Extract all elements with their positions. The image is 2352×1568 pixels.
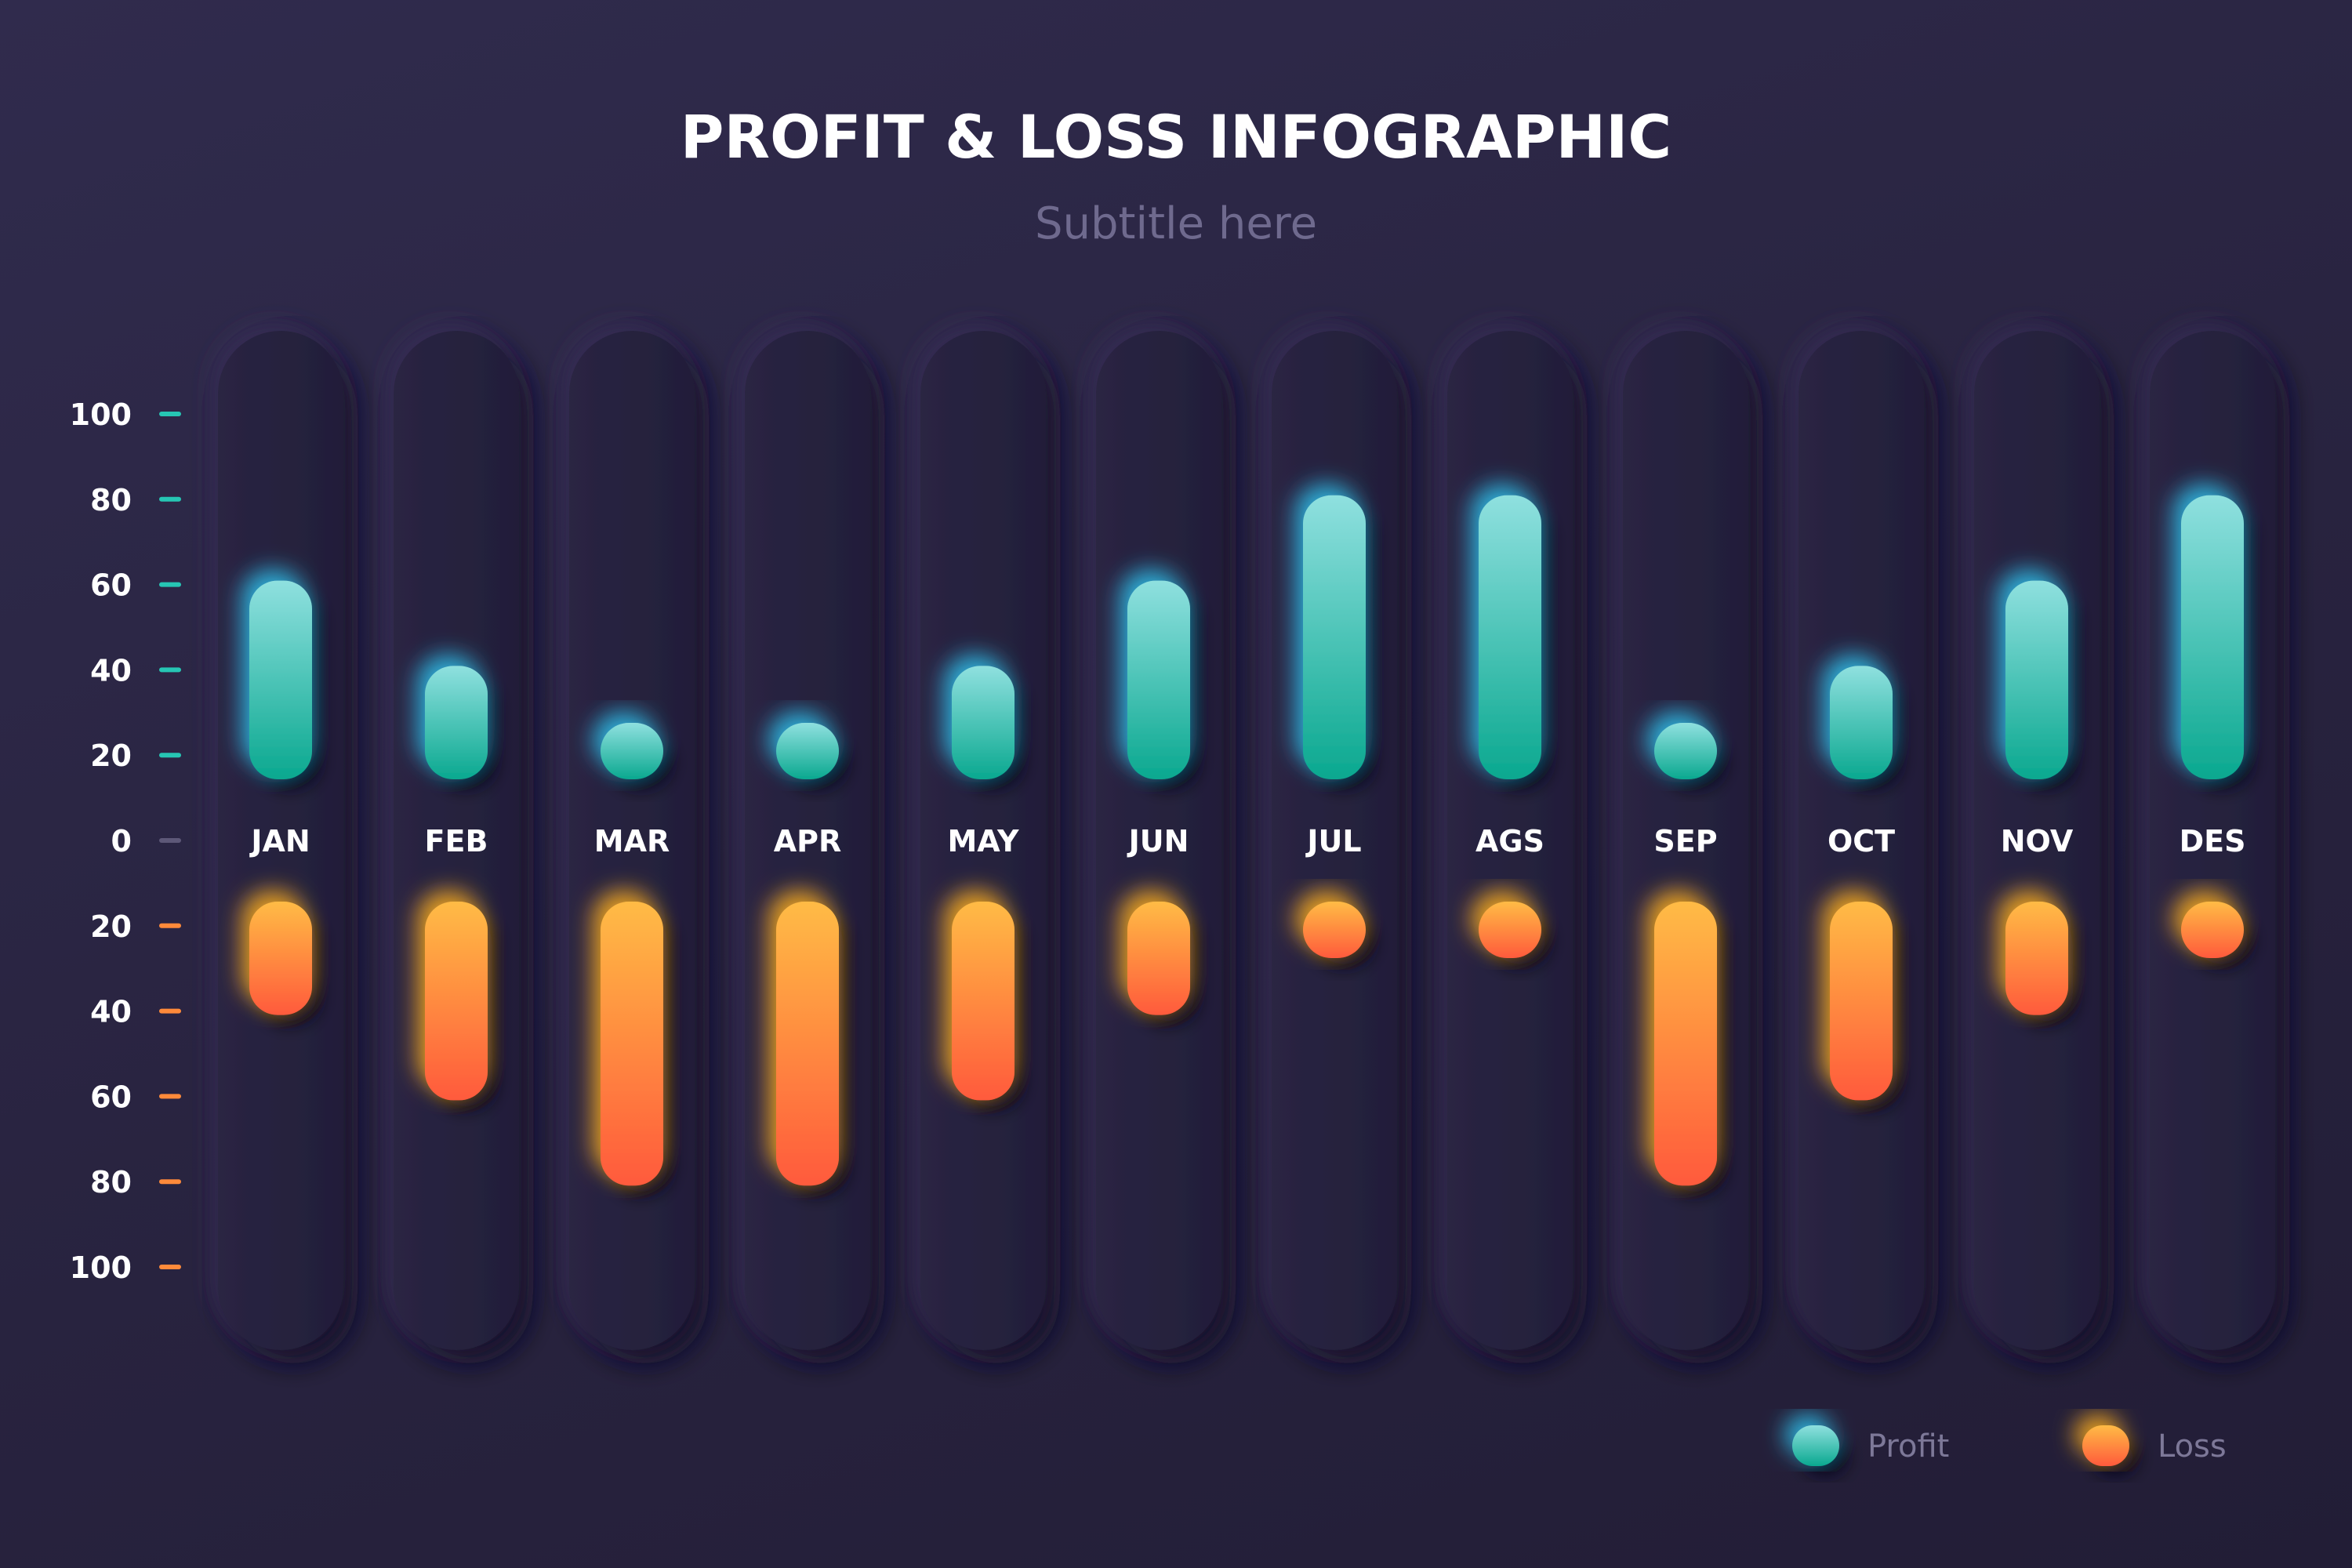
- month-label: FEB: [425, 824, 488, 858]
- profit-bar: [1654, 723, 1717, 779]
- loss-bar: [1127, 902, 1190, 1015]
- month-label: APR: [774, 824, 842, 858]
- loss-bar: [1830, 902, 1893, 1101]
- y-tick-label: 40: [90, 653, 132, 688]
- month-label: JUL: [1305, 824, 1361, 858]
- profit-bar: [776, 723, 839, 779]
- month-label: JUN: [1127, 824, 1189, 858]
- y-tick-label: 100: [70, 397, 132, 432]
- loss-bar: [776, 902, 839, 1186]
- legend-label: Profit: [1867, 1428, 1949, 1465]
- loss-bar: [1654, 902, 1717, 1186]
- month-label: SEP: [1653, 824, 1717, 858]
- profit-bar: [952, 666, 1014, 779]
- y-tick-label: 80: [90, 483, 132, 517]
- loss-bar: [601, 902, 663, 1186]
- profit-bar: [1830, 666, 1893, 779]
- month-label: DES: [2180, 824, 2246, 858]
- y-tick-label: 20: [90, 739, 132, 773]
- loss-bar: [2005, 902, 2068, 1015]
- legend-swatch: [1792, 1425, 1839, 1466]
- y-tick-label: 80: [90, 1165, 132, 1200]
- y-tick-label: 60: [90, 568, 132, 603]
- month-label: MAY: [947, 824, 1019, 858]
- loss-bar: [249, 902, 312, 1015]
- loss-bar: [2181, 902, 2244, 958]
- month-label: JAN: [249, 824, 310, 858]
- y-tick-label: 0: [111, 824, 132, 858]
- legend-swatch: [2082, 1425, 2129, 1466]
- profit-bar: [601, 723, 663, 779]
- y-tick-label: 100: [70, 1250, 132, 1285]
- y-tick-label: 60: [90, 1080, 132, 1114]
- loss-bar: [952, 902, 1014, 1101]
- month-label: MAR: [594, 824, 670, 858]
- profit-bar: [2005, 580, 2068, 779]
- y-tick-label: 20: [90, 909, 132, 944]
- profit-bar: [1479, 495, 1541, 779]
- legend: Profit Loss: [1792, 1425, 2227, 1466]
- legend-label: Loss: [2158, 1428, 2227, 1465]
- profit-bar: [249, 580, 312, 779]
- profit-bar: [1303, 495, 1366, 779]
- month-label: NOV: [2001, 824, 2074, 858]
- loss-bar: [1303, 902, 1366, 958]
- profit-loss-chart: 100 80 60 40 20 0 20 40 60 80 100 JAN FEB MAR APR MAY J…: [70, 331, 2275, 1466]
- month-label: OCT: [1828, 824, 1895, 858]
- loss-bar: [1479, 902, 1541, 958]
- profit-bar: [1127, 580, 1190, 779]
- profit-bar: [2181, 495, 2244, 779]
- y-tick-label: 40: [90, 995, 132, 1029]
- loss-bar: [425, 902, 488, 1101]
- profit-bar: [425, 666, 488, 779]
- month-label: AGS: [1475, 824, 1544, 858]
